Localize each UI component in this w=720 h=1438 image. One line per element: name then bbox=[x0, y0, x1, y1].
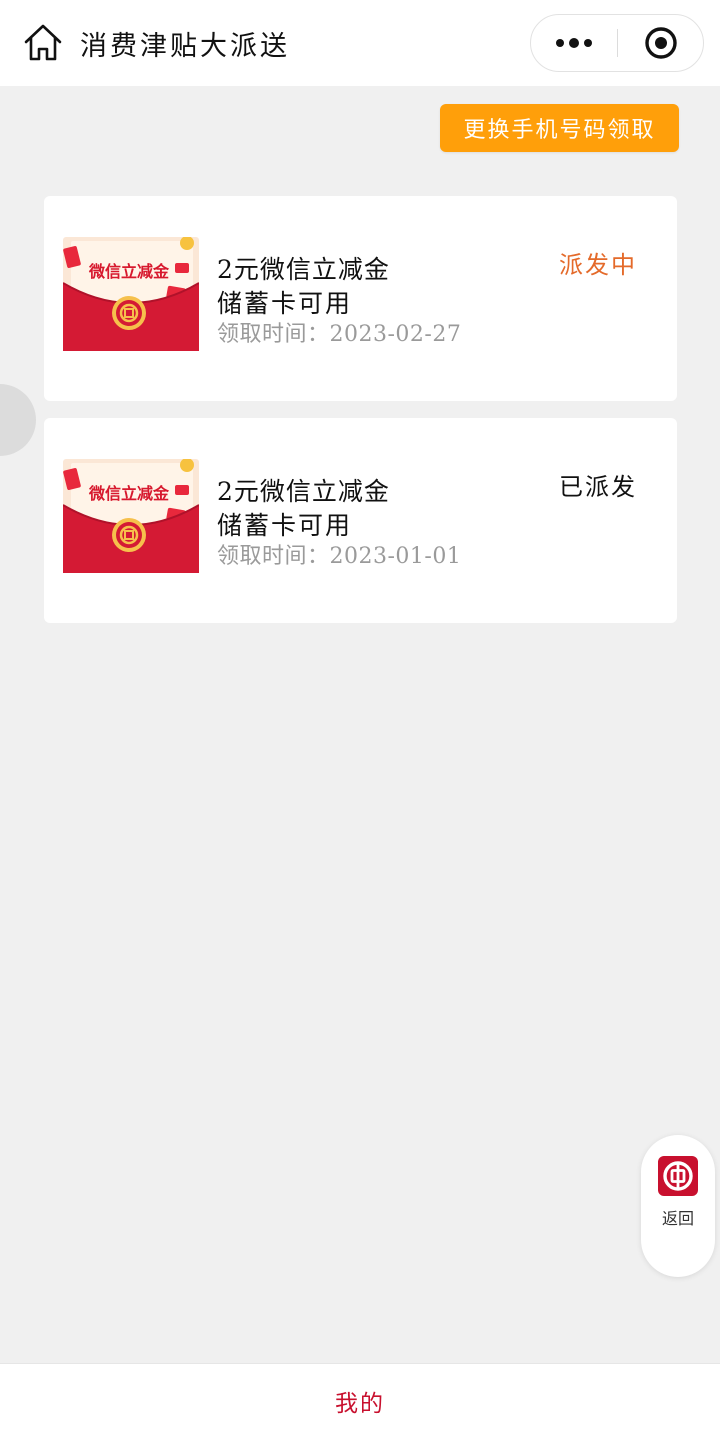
top-nav-bar: 消费津贴大派送 bbox=[0, 0, 720, 86]
red-envelope-image: 微信立减金 bbox=[63, 459, 199, 573]
voucher-status: 已派发 bbox=[559, 473, 637, 501]
tab-mine[interactable]: 我的 bbox=[0, 1384, 720, 1418]
more-dots-icon bbox=[556, 38, 592, 48]
voucher-condition: 储蓄卡可用 bbox=[217, 511, 353, 540]
svg-text:微信立减金: 微信立减金 bbox=[88, 484, 170, 503]
voucher-claim-time: 领取时间：2023-01-01 bbox=[217, 544, 462, 569]
more-button[interactable] bbox=[531, 15, 617, 71]
target-circle-icon bbox=[645, 27, 677, 59]
voucher-card[interactable]: 微信立减金 2元微信立减金 储蓄卡可用 领取时间：2023-01-01 已派发 bbox=[44, 418, 677, 623]
voucher-card[interactable]: 微信立减金 2元微信立减金 储蓄卡可用 领取时间：2023-02-27 派发中 bbox=[44, 196, 677, 401]
bank-logo-icon bbox=[658, 1156, 698, 1196]
side-drawer-handle[interactable] bbox=[0, 384, 36, 456]
voucher-status: 派发中 bbox=[559, 251, 637, 279]
voucher-name: 2元微信立减金 bbox=[217, 255, 390, 284]
home-icon[interactable] bbox=[22, 22, 64, 64]
page-title: 消费津贴大派送 bbox=[80, 31, 290, 62]
svg-text:微信立减金: 微信立减金 bbox=[88, 262, 170, 281]
voucher-name: 2元微信立减金 bbox=[217, 477, 390, 506]
voucher-condition: 储蓄卡可用 bbox=[217, 289, 353, 318]
back-label: 返回 bbox=[661, 1209, 694, 1228]
red-envelope-image: 微信立减金 bbox=[63, 237, 199, 351]
close-miniprogram-button[interactable] bbox=[618, 15, 704, 71]
voucher-claim-time: 领取时间：2023-02-27 bbox=[217, 322, 462, 347]
change-phone-button[interactable]: 更换手机号码领取 bbox=[440, 104, 679, 152]
back-float-button[interactable]: 返回 bbox=[641, 1135, 715, 1277]
bottom-tab-bar: 我的 bbox=[0, 1363, 720, 1438]
miniprogram-capsule bbox=[530, 14, 704, 72]
